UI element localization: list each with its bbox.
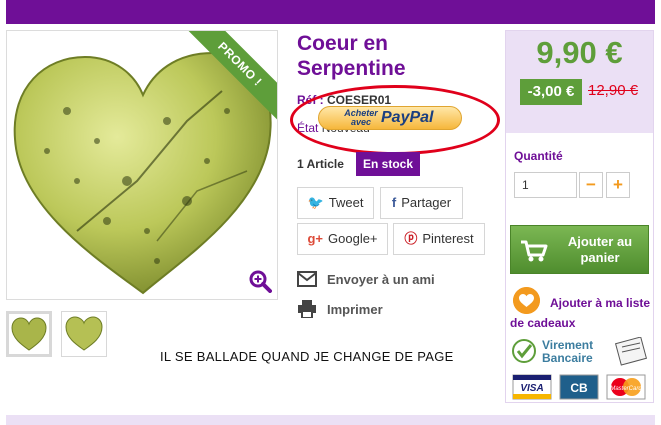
quantity-increase-button[interactable]: + xyxy=(606,172,630,198)
bottom-tab-bar xyxy=(6,415,655,425)
old-price: 12,90 € xyxy=(588,82,639,99)
wishlist-label: Ajouter à ma liste de cadeaux xyxy=(510,296,651,330)
product-main-image[interactable]: PROMO ! xyxy=(6,30,278,300)
buy-box: 9,90 € -3,00 € 12,90 € Quantité − + Ajou… xyxy=(505,30,654,403)
send-to-friend-label: Envoyer à un ami xyxy=(327,272,435,287)
cb-label: CB xyxy=(570,381,588,395)
cb-logo: CB xyxy=(559,374,599,400)
mastercard-label: MasterCard xyxy=(610,386,642,392)
bank-transfer-logo: Virement Bancaire xyxy=(512,336,648,366)
tweet-label: Tweet xyxy=(328,195,364,210)
product-title: Coeur en Serpentine xyxy=(297,32,406,80)
article-count: 1 Article xyxy=(297,157,344,171)
envelope-icon xyxy=(297,271,317,287)
visa-logo: VISA xyxy=(512,374,552,400)
share-label: Partager xyxy=(401,195,452,210)
transfer-subtitle: Bancaire xyxy=(542,351,593,365)
payment-methods: Virement Bancaire VISA CB MasterCard xyxy=(510,336,651,403)
cart-icon xyxy=(521,240,548,262)
thumbnail-1[interactable] xyxy=(6,311,52,357)
pinterest-button[interactable]: ⓟ Pinterest xyxy=(393,223,485,255)
thumbnail-2[interactable] xyxy=(61,311,107,357)
payment-logos: Virement Bancaire VISA CB MasterCard xyxy=(512,336,648,400)
google-plus-icon: g+ xyxy=(307,231,324,246)
add-to-cart-button[interactable]: Ajouter au panier xyxy=(510,225,649,274)
annotation-circle xyxy=(290,85,500,155)
transfer-title: Virement xyxy=(542,338,593,352)
quantity-decrease-button[interactable]: − xyxy=(579,172,603,198)
heart-thumbnail-image xyxy=(65,316,103,351)
print-label: Imprimer xyxy=(327,302,383,317)
visa-label: VISA xyxy=(520,383,543,394)
stock-badge: En stock xyxy=(356,152,420,176)
discount-badge: -3,00 € xyxy=(520,79,582,105)
current-price: 9,90 € xyxy=(536,35,623,70)
pinterest-icon: ⓟ xyxy=(404,231,418,246)
mastercard-logo: MasterCard xyxy=(606,374,646,400)
quantity-input[interactable] xyxy=(514,172,577,198)
google-label: Google+ xyxy=(328,231,378,246)
wishlist-link[interactable]: Ajouter à ma liste de cadeaux xyxy=(510,286,651,336)
tweet-button[interactable]: 🐦 Tweet xyxy=(297,187,374,219)
add-to-cart-label: Ajouter au panier xyxy=(567,234,633,265)
facebook-icon: f xyxy=(391,195,397,210)
facebook-share-button[interactable]: f Partager xyxy=(380,187,463,219)
twitter-icon: 🐦 xyxy=(307,195,324,210)
zoom-icon[interactable] xyxy=(248,269,272,293)
google-plus-button[interactable]: g+ Google+ xyxy=(297,223,388,255)
heart-thumbnail-image xyxy=(11,317,47,351)
printer-icon xyxy=(298,300,316,318)
quantity-label: Quantité xyxy=(514,149,563,163)
annotation-caption: IL SE BALLADE QUAND JE CHANGE DE PAGE xyxy=(160,349,454,364)
pinterest-label: Pinterest xyxy=(422,231,474,246)
top-nav-bar xyxy=(6,0,655,24)
price-panel: 9,90 € -3,00 € 12,90 € xyxy=(506,31,653,133)
